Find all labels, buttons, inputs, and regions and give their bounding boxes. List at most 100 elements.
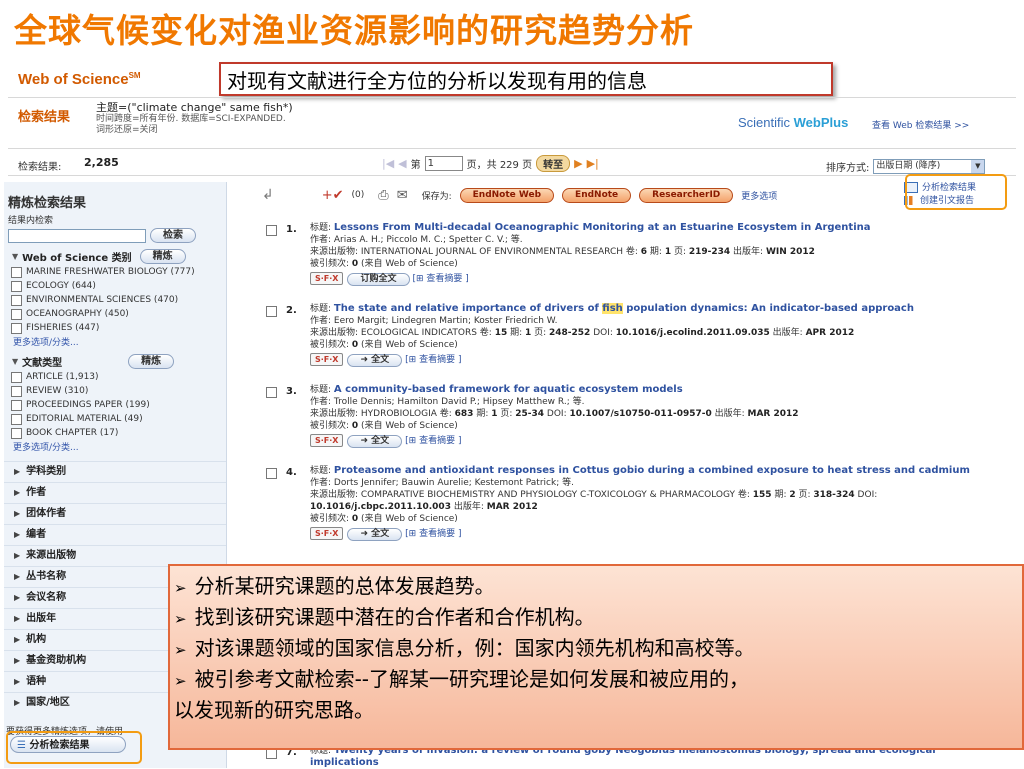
- fulltext-button[interactable]: ➜ 全文: [347, 435, 403, 448]
- category-header-doctype[interactable]: ▼ 文献类型 精炼: [4, 354, 226, 369]
- print-icon[interactable]: ⎙: [378, 188, 388, 203]
- more-options-link[interactable]: 更多选项/分类...: [4, 440, 226, 453]
- fulltext-button[interactable]: 订购全文: [347, 273, 410, 286]
- next-page-icon[interactable]: ▶: [574, 157, 582, 170]
- sort-select[interactable]: 出版日期 (降序) ▼: [873, 159, 986, 174]
- refine-option[interactable]: FISHERIES (447): [4, 322, 226, 334]
- wos-logo-sup: SM: [128, 71, 141, 80]
- divider: [8, 148, 1016, 149]
- record-body: 标题: Lessons From Multi-decadal Oceanogra…: [310, 222, 994, 286]
- within-search-button[interactable]: 检索: [150, 228, 196, 243]
- first-page-icon[interactable]: |◀: [382, 157, 394, 170]
- checkbox[interactable]: [11, 414, 22, 425]
- page-input[interactable]: 1: [424, 156, 463, 171]
- record-title[interactable]: Lessons From Multi-decadal Oceanographic…: [334, 222, 871, 233]
- last-page-icon[interactable]: ▶|: [587, 157, 599, 170]
- facet-source[interactable]: ▶ 来源出版物: [4, 545, 226, 566]
- sfx-button[interactable]: S·F·X: [310, 272, 344, 285]
- triangle-right-icon: ▶: [14, 635, 21, 644]
- doi: 10.1016/j.ecolind.2011.09.035: [615, 328, 770, 338]
- cited-suffix: (来自 Web of Science): [358, 514, 458, 524]
- checkbox[interactable]: [11, 428, 22, 439]
- category-header-wos[interactable]: ▼ Web of Science 类别 精炼: [4, 249, 226, 264]
- facet-subject[interactable]: ▶ 学科类别: [4, 461, 226, 482]
- record-checkbox[interactable]: [266, 225, 277, 236]
- fulltext-button[interactable]: ➜ 全文: [347, 354, 403, 367]
- facet-label: 团体作者: [26, 508, 67, 519]
- refine-button[interactable]: 精炼: [128, 354, 175, 369]
- cited-label: 被引频次:: [310, 421, 352, 431]
- record-checkbox[interactable]: [266, 468, 277, 479]
- record-authors: 作者: Eero Margit; Lindegren Martin; Koste…: [310, 316, 558, 326]
- refine-option[interactable]: REVIEW (310): [4, 385, 226, 397]
- refine-option[interactable]: EDITORIAL MATERIAL (49): [4, 413, 226, 425]
- fulltext-button[interactable]: ➜ 全文: [347, 528, 403, 541]
- view-abstract-link[interactable]: [⊞ 查看摘要 ]: [405, 529, 461, 539]
- wos-logo[interactable]: Web of ScienceSM: [18, 71, 141, 88]
- result-record: 2. 标题: The state and relative importance…: [266, 303, 996, 373]
- refine-option[interactable]: MARINE FRESHWATER BIOLOGY (777): [4, 266, 226, 278]
- checkbox[interactable]: [11, 372, 22, 383]
- email-icon[interactable]: ✉: [397, 188, 408, 203]
- checkbox[interactable]: [11, 400, 22, 411]
- refine-option[interactable]: PROCEEDINGS PAPER (199): [4, 399, 226, 411]
- checkbox[interactable]: [11, 295, 22, 306]
- view-abstract-link[interactable]: [⊞ 查看摘要 ]: [405, 355, 461, 365]
- view-abstract-link[interactable]: [⊞ 查看摘要 ]: [413, 274, 469, 284]
- webplus-link[interactable]: 查看 Web 检索结果 >>: [872, 118, 969, 131]
- record-title[interactable]: The state and relative importance of dri…: [334, 303, 914, 314]
- more-options-link[interactable]: 更多选项/分类...: [4, 335, 226, 348]
- webplus-logo[interactable]: Scientific WebPlus: [738, 115, 848, 130]
- date-label: 出版年:: [450, 502, 487, 512]
- volume: 683: [454, 409, 474, 419]
- pages: 248-252: [549, 328, 591, 338]
- facet-group-author[interactable]: ▶ 团体作者: [4, 503, 226, 524]
- results-count-label: 检索结果:: [18, 162, 62, 173]
- refine-option-label: FISHERIES (447): [26, 323, 100, 333]
- page-suffix: 页，共 229 页: [466, 160, 533, 171]
- checkbox[interactable]: [11, 386, 22, 397]
- sfx-button[interactable]: S·F·X: [310, 353, 344, 366]
- endnote-web-button[interactable]: EndNote Web: [459, 187, 555, 203]
- record-checkbox[interactable]: [266, 387, 277, 398]
- sfx-button[interactable]: S·F·X: [310, 434, 344, 447]
- back-arrow-icon[interactable]: ↲: [262, 187, 274, 203]
- facet-author[interactable]: ▶ 作者: [4, 482, 226, 503]
- checkbox[interactable]: [11, 323, 22, 334]
- webplus-prefix: Scientific: [738, 115, 794, 130]
- refine-option[interactable]: ARTICLE (1,913): [4, 371, 226, 383]
- facet-label: 丛书名称: [26, 571, 67, 582]
- record-checkbox[interactable]: [266, 306, 277, 317]
- sfx-button[interactable]: S·F·X: [310, 527, 344, 540]
- record-number: 2.: [286, 305, 297, 316]
- pub-date: MAR 2012: [747, 409, 799, 419]
- endnote-button[interactable]: EndNote: [562, 187, 632, 203]
- add-marked-icon[interactable]: +✔: [322, 188, 344, 203]
- refine-option[interactable]: ECOLOGY (644): [4, 280, 226, 292]
- within-search-input[interactable]: [8, 228, 146, 243]
- bullet-item: ➢ 分析某研究课题的总体发展趋势。: [174, 572, 1022, 603]
- refine-option[interactable]: BOOK CHAPTER (17): [4, 427, 226, 439]
- checkbox[interactable]: [11, 267, 22, 278]
- refine-option[interactable]: ENVIRONMENTAL SCIENCES (470): [4, 294, 226, 306]
- record-source: 来源出版物: INTERNATIONAL JOURNAL OF ENVIRONM…: [310, 246, 994, 258]
- refine-button[interactable]: 精炼: [139, 249, 186, 264]
- record-title[interactable]: Proteasome and antioxidant responses in …: [334, 465, 970, 476]
- refine-option-label: OCEANOGRAPHY (450): [26, 309, 129, 319]
- triangle-right-icon: ▶: [14, 572, 21, 581]
- facet-label: 机构: [26, 634, 47, 645]
- more-options-link[interactable]: 更多选项: [741, 189, 777, 202]
- facet-editor[interactable]: ▶ 编者: [4, 524, 226, 545]
- checkbox[interactable]: [11, 309, 22, 320]
- checkbox[interactable]: [11, 281, 22, 292]
- doi-label: DOI:: [544, 409, 570, 419]
- researcherid-button[interactable]: ResearcherID: [639, 187, 734, 203]
- source-prefix: 来源出版物: COMPARATIVE BIOCHEMISTRY AND PHYS…: [310, 490, 753, 500]
- prev-page-icon[interactable]: ◀: [398, 157, 406, 170]
- refine-option[interactable]: OCEANOGRAPHY (450): [4, 308, 226, 320]
- record-title[interactable]: A community-based framework for aquatic …: [334, 384, 683, 395]
- go-button[interactable]: 转至: [536, 155, 571, 172]
- view-abstract-link[interactable]: [⊞ 查看摘要 ]: [405, 436, 461, 446]
- page-prefix: 第: [410, 160, 421, 171]
- marked-count: (0): [351, 190, 365, 200]
